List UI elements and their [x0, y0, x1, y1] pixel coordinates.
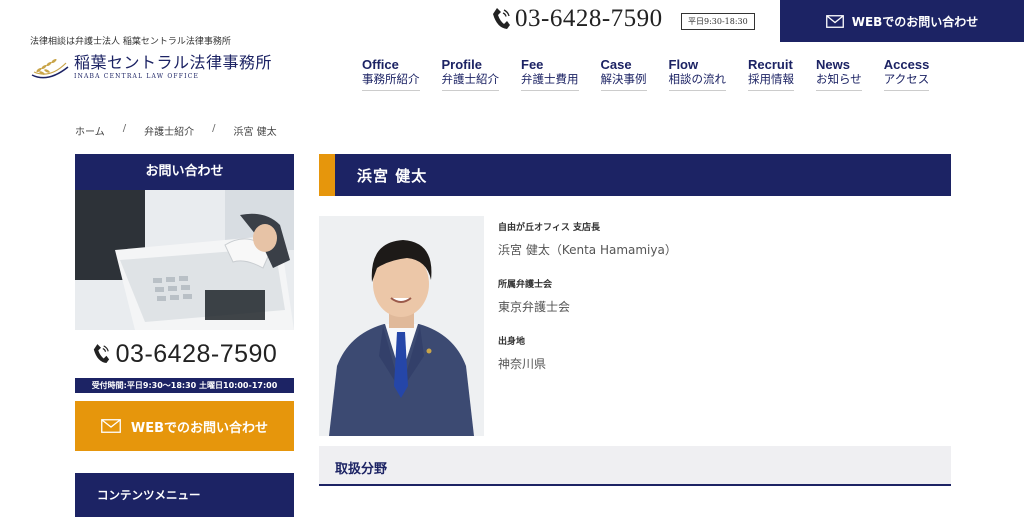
logo-text: 稲葉セントラル法律事務所 INABA CENTRAL LAW OFFICE — [74, 54, 272, 80]
nav-item-en: Flow — [668, 57, 699, 72]
profile-bar-group: 所属弁護士会 東京弁護士会 — [498, 277, 677, 334]
site-header: 法律相談は弁護士法人 稲葉セントラル法律事務所 稲葉セントラル法律事務所 INA… — [0, 0, 1024, 100]
logo-row: 稲葉セントラル法律事務所 INABA CENTRAL LAW OFFICE — [30, 53, 272, 81]
logo[interactable]: 法律相談は弁護士法人 稲葉セントラル法律事務所 稲葉セントラル法律事務所 INA… — [30, 34, 272, 81]
title-accent — [319, 154, 335, 196]
nav-item-access[interactable]: Access アクセス — [883, 57, 930, 92]
nav-item-recruit[interactable]: Recruit 採用情報 — [748, 57, 794, 92]
nav-item-case[interactable]: Case 解決事例 — [600, 57, 647, 92]
mail-icon — [101, 419, 121, 433]
header-phone-number[interactable]: 03-6428-7590 — [515, 5, 663, 33]
nav-item-jp: 弁護士紹介 — [441, 72, 500, 87]
sidebar-web-contact-label: WEBでのお問い合わせ — [130, 420, 269, 436]
position-label: 自由が丘オフィス 支店長 — [498, 223, 600, 233]
phone-icon — [493, 8, 510, 29]
nav-item-en: Profile — [441, 57, 482, 72]
practice-areas-heading: 取扱分野 — [319, 446, 951, 486]
header-web-contact-label: WEBでのお問い合わせ — [851, 14, 979, 29]
nav-item-jp: アクセス — [883, 72, 930, 87]
nav-item-en: Case — [600, 57, 632, 72]
origin-label: 出身地 — [498, 337, 526, 347]
logo-name-en: INABA CENTRAL LAW OFFICE — [74, 72, 200, 80]
rice-ear-logo-icon — [31, 58, 69, 79]
nav-item-jp: 採用情報 — [748, 72, 794, 87]
profile-info: 自由が丘オフィス 支店長 浜宮 健太（Kenta Hamamiya） 所属弁護士… — [498, 220, 677, 391]
content-menu-heading[interactable]: コンテンツメニュー — [75, 473, 294, 517]
nav-item-jp: 事務所紹介 — [362, 72, 420, 87]
nav-item-jp: 弁護士費用 — [521, 72, 579, 87]
breadcrumb-separator: / — [122, 123, 127, 134]
nav-item-en: News — [816, 57, 850, 72]
nav-item-en: Fee — [521, 57, 544, 72]
nav-item-en: Recruit — [748, 57, 793, 72]
breadcrumb-current: 浜宮 健太 — [233, 127, 277, 138]
page-title: 浜宮 健太 — [357, 166, 428, 185]
nav-item-jp: 相談の流れ — [668, 72, 727, 87]
nav-item-flow[interactable]: Flow 相談の流れ — [668, 57, 727, 92]
nav-item-office[interactable]: Office 事務所紹介 — [362, 57, 420, 92]
full-name: 浜宮 健太（Kenta Hamamiya） — [498, 243, 677, 257]
office-phone-photo — [75, 190, 294, 330]
header-web-contact-button[interactable]: WEBでのお問い合わせ — [780, 0, 1024, 42]
origin-value: 神奈川県 — [498, 357, 547, 371]
nav-item-jp: 解決事例 — [600, 72, 647, 87]
bar-association-value: 東京弁護士会 — [498, 300, 571, 314]
sidebar-hours: 受付時間:平日9:30〜18:30 土曜日10:00-17:00 — [75, 378, 294, 393]
breadcrumb-profile[interactable]: 弁護士紹介 — [144, 123, 194, 138]
nav-item-jp: お知らせ — [816, 72, 862, 87]
nav-item-fee[interactable]: Fee 弁護士費用 — [521, 57, 579, 92]
practice-areas-title: 取扱分野 — [335, 462, 388, 477]
breadcrumb: ホーム / 弁護士紹介 / 浜宮 健太 — [75, 123, 277, 138]
nav-item-profile[interactable]: Profile 弁護士紹介 — [441, 57, 500, 92]
bar-association-label: 所属弁護士会 — [498, 280, 553, 290]
breadcrumb-home[interactable]: ホーム — [75, 123, 105, 138]
sidebar: お問い合わせ 03-6428-7590 受付時間:平日9:30〜18:30 土曜… — [75, 154, 294, 517]
page-title-bar: 浜宮 健太 — [319, 154, 951, 196]
nav-item-en: Access — [883, 57, 930, 72]
nav-item-news[interactable]: News お知らせ — [816, 57, 862, 92]
main-nav: Office 事務所紹介 Profile 弁護士紹介 Fee 弁護士費用 Cas… — [362, 57, 930, 92]
logo-name-jp: 稲葉セントラル法律事務所 — [74, 53, 273, 73]
nav-item-en: Office — [362, 57, 399, 72]
profile-origin-group: 出身地 神奈川県 — [498, 334, 677, 391]
header-phone[interactable]: 03-6428-7590 — [491, 5, 663, 33]
profile-name-group: 自由が丘オフィス 支店長 浜宮 健太（Kenta Hamamiya） — [498, 220, 677, 277]
header-tagline: 法律相談は弁護士法人 稲葉セントラル法律事務所 — [30, 37, 231, 47]
lawyer-portrait-photo — [319, 216, 484, 436]
breadcrumb-separator: / — [212, 123, 216, 134]
sidebar-phone[interactable]: 03-6428-7590 — [75, 330, 294, 378]
header-hours-badge: 平日9:30-18:30 — [681, 13, 755, 30]
sidebar-web-contact-button[interactable]: WEBでのお問い合わせ — [75, 401, 294, 451]
sidebar-contact-title: お問い合わせ — [75, 154, 294, 190]
phone-icon — [93, 344, 109, 363]
sidebar-phone-number[interactable]: 03-6428-7590 — [116, 340, 278, 369]
mail-icon — [825, 14, 844, 28]
